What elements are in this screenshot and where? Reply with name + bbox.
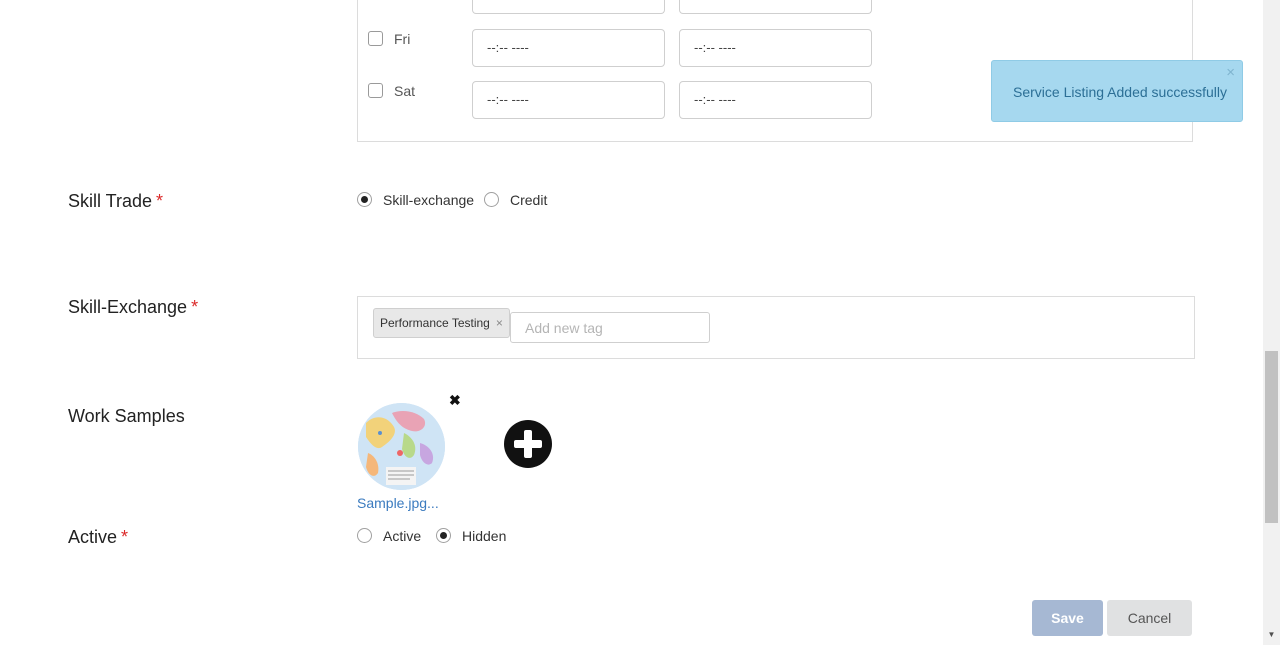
required-mark: * xyxy=(156,191,164,211)
skill-trade-label: Skill Trade * xyxy=(68,191,163,212)
new-tag-input[interactable] xyxy=(510,312,710,343)
cancel-button[interactable]: Cancel xyxy=(1107,600,1192,636)
time-end-input-thu[interactable] xyxy=(679,0,872,14)
required-mark: * xyxy=(191,297,199,317)
time-start-input-thu[interactable] xyxy=(472,0,665,14)
toast-message: Service Listing Added successfully xyxy=(1013,84,1227,100)
tag-remove-icon[interactable]: × xyxy=(496,316,503,330)
tag-chip: Performance Testing × xyxy=(373,308,510,338)
scrollbar-thumb[interactable] xyxy=(1265,351,1278,523)
skill-exchange-radio-label[interactable]: Skill-exchange xyxy=(383,192,474,208)
day-checkbox-fri[interactable] xyxy=(368,31,383,46)
day-label-sat: Sat xyxy=(394,83,416,99)
day-checkbox-sat[interactable] xyxy=(368,83,383,98)
active-radio[interactable] xyxy=(357,528,372,543)
time-end-input-sat[interactable]: --:-- ---- xyxy=(679,81,872,119)
work-sample-thumbnail[interactable] xyxy=(358,403,445,490)
time-end-input-fri[interactable]: --:-- ---- xyxy=(679,29,872,67)
page-scrollbar[interactable] xyxy=(1263,0,1280,645)
skill-exchange-label-text: Skill-Exchange xyxy=(68,297,188,317)
time-start-input-sat[interactable]: --:-- ---- xyxy=(472,81,665,119)
scroll-down-arrow-icon[interactable]: ▼ xyxy=(1266,630,1277,639)
active-label-text: Active xyxy=(68,527,118,547)
required-mark: * xyxy=(121,527,129,547)
skill-trade-label-text: Skill Trade xyxy=(68,191,153,211)
sample-filename-link[interactable]: Sample.jpg... xyxy=(357,495,439,511)
hidden-radio-label[interactable]: Hidden xyxy=(462,528,506,544)
world-map-image xyxy=(358,403,445,490)
credit-radio-label[interactable]: Credit xyxy=(510,192,547,208)
remove-sample-icon[interactable]: ✖ xyxy=(449,392,461,409)
save-button[interactable]: Save xyxy=(1032,600,1103,636)
add-sample-plus-icon[interactable] xyxy=(504,420,552,468)
tag-chip-label: Performance Testing xyxy=(380,316,490,330)
credit-radio[interactable] xyxy=(484,192,499,207)
skill-exchange-label: Skill-Exchange * xyxy=(68,297,198,318)
work-samples-label: Work Samples xyxy=(68,406,185,426)
toast-close-icon[interactable]: × xyxy=(1226,65,1235,80)
skill-exchange-radio[interactable] xyxy=(357,192,372,207)
hidden-radio[interactable] xyxy=(436,528,451,543)
active-label: Active * xyxy=(68,527,128,548)
active-radio-label[interactable]: Active xyxy=(383,528,421,544)
success-toast: × Service Listing Added successfully xyxy=(991,60,1243,122)
day-label-fri: Fri xyxy=(394,31,411,47)
time-start-input-fri[interactable]: --:-- ---- xyxy=(472,29,665,67)
